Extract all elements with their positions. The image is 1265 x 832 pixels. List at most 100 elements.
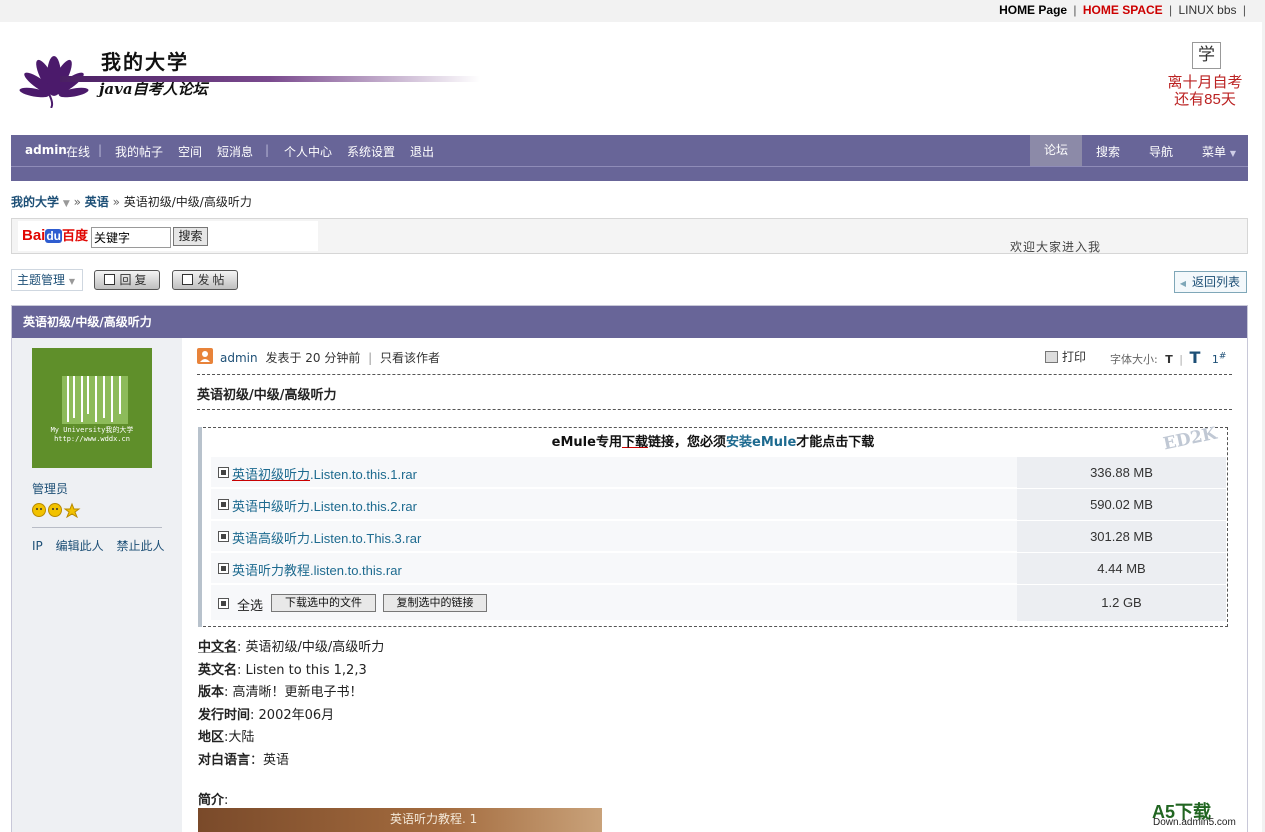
site-title: 我的大学 [101, 50, 189, 74]
baidu-logo: Baidu百度 [22, 227, 89, 244]
ban-user-link[interactable]: 禁止此人 [116, 539, 164, 553]
nav-username[interactable]: admin [25, 143, 67, 157]
only-author-link[interactable]: 只看该作者 [380, 351, 440, 365]
thread-title-bar: 英语初级/中级/高级听力 [12, 306, 1247, 338]
nav-space[interactable]: 空间 [178, 143, 202, 160]
search-input[interactable] [91, 227, 171, 248]
ip-link[interactable]: IP [32, 539, 43, 553]
post-title: 英语初级/中级/高级听力 [197, 388, 337, 403]
total-size: 1.2 GB [1017, 585, 1226, 621]
separator: | [1169, 3, 1173, 17]
new-post-button[interactable]: 发帖 [172, 270, 238, 290]
back-to-list-button[interactable]: ◀ 返回列表 [1174, 271, 1247, 293]
countdown-line1: 离十月自考 [1167, 74, 1243, 91]
file-checkbox[interactable] [218, 531, 229, 542]
chevron-down-icon: ▼ [68, 277, 75, 286]
nav-separator: | [265, 143, 270, 157]
welcome-marquee: 欢迎大家进入我 [1010, 240, 1102, 254]
file-row: 英语初级听力.Listen.to.this.1.rar [211, 457, 1017, 488]
top-links: HOME Page | HOME SPACE | LINUX bbs | [999, 3, 1249, 17]
print-button[interactable]: 打印 [1045, 348, 1086, 365]
breadcrumb-home[interactable]: 我的大学 [11, 195, 59, 209]
rank-stars [32, 502, 82, 521]
file-row: 英语听力教程.listen.to.this.rar [211, 553, 1017, 584]
file-checkbox[interactable] [218, 563, 229, 574]
file-row: 英语高级听力.Listen.to.This.3.rar [211, 521, 1017, 552]
nav-my-posts[interactable]: 我的帖子 [115, 143, 163, 160]
nav-logout[interactable]: 退出 [410, 143, 434, 160]
breadcrumb: 我的大学 ▼ » 英语 » 英语初级/中级/高级听力 [11, 195, 252, 209]
file-size: 590.02 MB [1017, 489, 1226, 520]
file-row: 英语中级听力.Listen.to.this.2.rar [211, 489, 1017, 520]
file-checkbox[interactable] [218, 499, 229, 510]
download-selected-button[interactable]: 下载选中的文件 [271, 594, 376, 612]
reply-button[interactable]: 回复 [94, 270, 160, 290]
smiley-icon [48, 503, 62, 517]
home-space-link[interactable]: HOME SPACE [1083, 3, 1163, 17]
separator: | [1073, 3, 1077, 17]
avatar-text-1: My University我的大学 [51, 425, 134, 434]
avatar[interactable]: My University我的大学 http://www.wddx.cn [32, 348, 152, 468]
post-meta: admin 发表于 20 分钟前 | 只看该作者 [220, 349, 440, 366]
ed2k-header: eMule专用下载链接，您必须安装eMule才能点击下载 [551, 435, 875, 450]
divider [32, 527, 162, 528]
post-time: 发表于 20 分钟前 [265, 351, 361, 365]
breadcrumb-current: 英语初级/中级/高级听力 [123, 195, 252, 209]
smiley-icon [32, 503, 46, 517]
author-actions: IP 编辑此人 禁止此人 [32, 537, 173, 554]
home-page-link[interactable]: HOME Page [999, 3, 1067, 17]
copy-links-button[interactable]: 复制选中的链接 [383, 594, 487, 612]
tree-logo-icon: My University我的大学 http://www.wddx.cn [51, 376, 134, 443]
nav-forum-tab[interactable]: 论坛 [1030, 135, 1082, 166]
author-role[interactable]: 管理员 [32, 480, 68, 497]
flower-logo-icon [19, 56, 89, 108]
separator: | [1242, 3, 1246, 17]
file-link[interactable]: 英语听力教程.listen.to.this.rar [232, 560, 402, 579]
edit-icon [182, 274, 194, 285]
font-size-control: 字体大小: T | T 1# [1110, 348, 1227, 367]
nav-messages[interactable]: 短消息 [217, 143, 253, 160]
file-size: 336.88 MB [1017, 457, 1226, 488]
ed2k-box-bar [198, 427, 202, 627]
font-large-button[interactable]: T [1189, 348, 1200, 367]
chevron-left-icon: ◀ [1179, 279, 1186, 288]
select-all-row: 全选 下载选中的文件 复制选中的链接 [211, 585, 1017, 621]
font-small-button[interactable]: T [1165, 353, 1173, 366]
nav-settings[interactable]: 系统设置 [347, 143, 395, 160]
paw-icon: du [45, 229, 63, 243]
file-link[interactable]: 英语高级听力.Listen.to.This.3.rar [232, 528, 421, 547]
printer-icon [1045, 351, 1058, 363]
study-icon: 学 [1192, 42, 1221, 69]
exam-countdown: 离十月自考 还有85天 [1150, 74, 1260, 108]
avatar-text-2: http://www.wddx.cn [54, 435, 130, 443]
nav-search[interactable]: 搜索 [1096, 143, 1120, 160]
file-link[interactable]: 英语初级听力.Listen.to.this.1.rar [232, 464, 417, 483]
search-button[interactable]: 搜索 [173, 227, 208, 246]
file-checkbox[interactable] [218, 467, 229, 478]
file-link[interactable]: 英语中级听力.Listen.to.this.2.rar [232, 496, 417, 515]
nav-separator: | [98, 143, 103, 157]
nav-subbar [11, 166, 1248, 181]
nav-menu[interactable]: 菜单 ▼ [1202, 143, 1236, 160]
font-size-label: 字体大小: [1110, 353, 1158, 366]
breadcrumb-section[interactable]: 英语 [85, 195, 109, 209]
linux-bbs-link[interactable]: LINUX bbs [1179, 3, 1237, 17]
intro-label: 简介: [198, 793, 229, 808]
topic-manage-dropdown[interactable]: 主题管理 ▼ [11, 269, 83, 291]
edit-user-link[interactable]: 编辑此人 [56, 539, 104, 553]
select-all-checkbox[interactable] [218, 598, 229, 609]
file-size: 4.44 MB [1017, 553, 1226, 584]
countdown-line2: 还有85天 [1174, 91, 1236, 108]
user-icon [197, 348, 213, 364]
divider [197, 374, 1232, 375]
a5-watermark-url: Down.admin5.com [1153, 817, 1236, 828]
nav-guide[interactable]: 导航 [1149, 143, 1173, 160]
main-nav: admin 在线 | 我的帖子 空间 短消息 | 个人中心 系统设置 退出 论坛… [11, 135, 1248, 166]
chevron-down-icon[interactable]: ▼ [63, 199, 70, 209]
nav-profile-center[interactable]: 个人中心 [284, 143, 332, 160]
separator: | [368, 351, 373, 365]
install-emule-link[interactable]: 安装eMule [726, 435, 796, 450]
select-all-label: 全选 [237, 599, 264, 614]
post-author[interactable]: admin [220, 351, 258, 365]
banner-stripe [60, 76, 480, 82]
